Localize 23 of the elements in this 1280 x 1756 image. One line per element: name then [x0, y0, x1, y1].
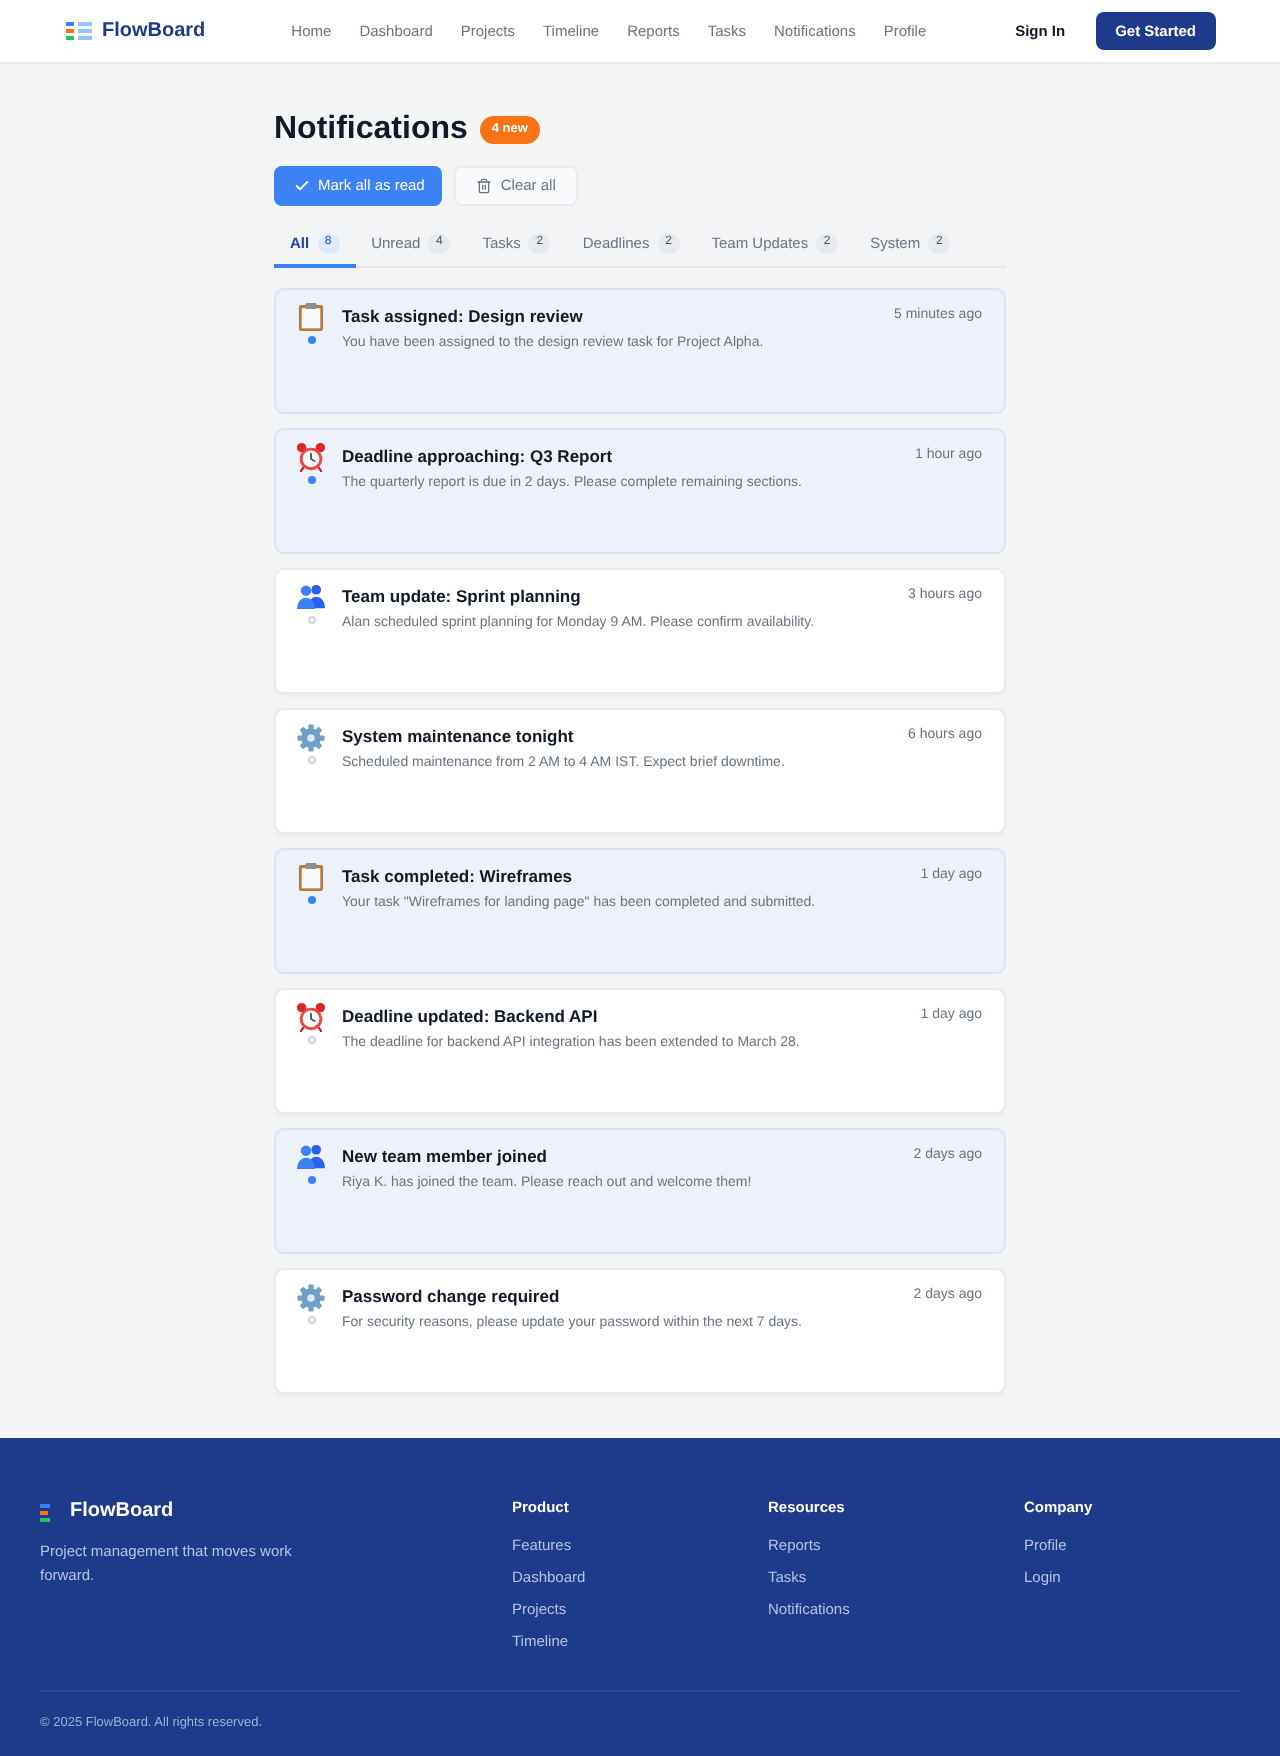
clipboard-icon — [298, 302, 324, 332]
notification-title: Team update: Sprint planning — [342, 584, 581, 608]
notification-title: Task assigned: Design review — [342, 304, 583, 328]
notification-title: Task completed: Wireframes — [342, 864, 573, 888]
trash-icon — [476, 178, 493, 194]
notification-title: System maintenance tonight — [342, 724, 574, 748]
gear-icon — [296, 723, 326, 751]
people-icon — [296, 1144, 326, 1170]
logo-icon — [66, 22, 92, 40]
notification-title: Deadline updated: Backend API — [342, 1004, 598, 1028]
check-icon — [294, 178, 310, 194]
alarm-clock-icon — [296, 1002, 326, 1032]
notification-title: Deadline approaching: Q3 Report — [342, 444, 613, 468]
gear-icon — [296, 1283, 326, 1311]
page-title: Notifications — [274, 110, 468, 150]
notification-title: New team member joined — [342, 1144, 548, 1168]
logo-icon — [40, 1503, 50, 1521]
brand-name[interactable]: FlowBoard — [102, 17, 206, 45]
people-icon — [296, 584, 326, 610]
clipboard-icon — [298, 862, 324, 892]
alarm-clock-icon — [296, 442, 326, 472]
notification-title: Password change required — [342, 1284, 560, 1308]
footer-brand[interactable]: FlowBoard — [70, 1498, 174, 1526]
